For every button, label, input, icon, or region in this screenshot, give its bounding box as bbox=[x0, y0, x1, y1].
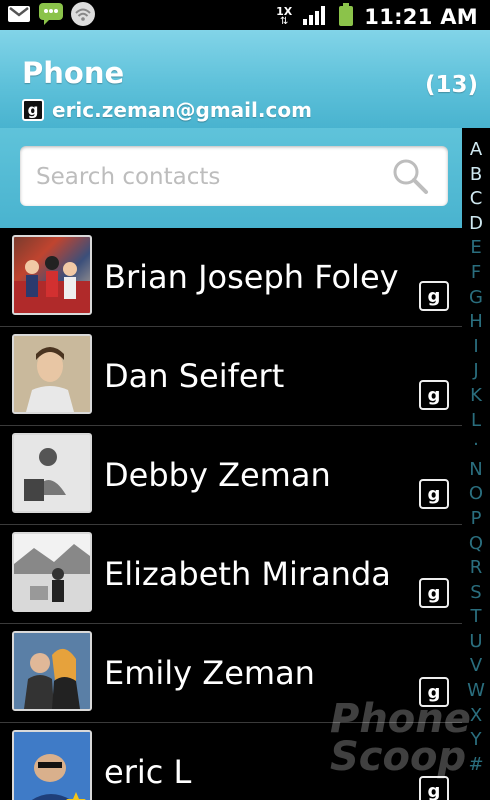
alphabet-index-letter[interactable]: # bbox=[468, 753, 483, 778]
alphabet-index-letter[interactable]: D bbox=[469, 212, 483, 237]
alphabet-index-letter[interactable]: X bbox=[470, 704, 482, 729]
battery-icon bbox=[338, 3, 354, 31]
gmail-icon bbox=[6, 2, 32, 26]
contact-name: eric L bbox=[104, 753, 192, 791]
google-account-icon: g bbox=[419, 281, 449, 311]
data-arrows-icon: ⇅ bbox=[280, 16, 289, 27]
alphabet-index-letter[interactable]: K bbox=[470, 384, 482, 409]
account-email: eric.zeman@gmail.com bbox=[52, 98, 312, 122]
contact-row[interactable]: Dan Seifert g bbox=[0, 327, 462, 426]
phone-header: Phone g eric.zeman@gmail.com (13) bbox=[0, 30, 490, 128]
alphabet-index[interactable]: A B C D E F G H I J K L · N O P Q R S T U V W X Y # bbox=[462, 138, 490, 778]
wifi-icon bbox=[70, 2, 96, 26]
alphabet-index-letter[interactable]: S bbox=[470, 581, 481, 606]
contact-row[interactable]: Brian Joseph Foley g bbox=[0, 228, 462, 327]
status-icons: 1X ⇅ 11:21 AM bbox=[276, 3, 478, 31]
contact-photo bbox=[12, 334, 92, 414]
alphabet-index-letter[interactable]: U bbox=[469, 630, 482, 655]
status-bar: 1X ⇅ 11:21 AM bbox=[0, 0, 490, 30]
alphabet-index-letter[interactable]: F bbox=[471, 261, 481, 286]
alphabet-index-letter[interactable]: P bbox=[471, 507, 482, 532]
account-row[interactable]: g eric.zeman@gmail.com bbox=[22, 98, 312, 122]
alphabet-index-letter[interactable]: L bbox=[471, 409, 481, 434]
contact-photo bbox=[12, 730, 92, 800]
google-account-icon: g bbox=[419, 380, 449, 410]
alphabet-index-letter[interactable]: · bbox=[473, 433, 479, 458]
search-band bbox=[0, 128, 462, 228]
alphabet-index-letter[interactable]: H bbox=[469, 310, 483, 335]
phonescoop-watermark: Phone Scoop bbox=[330, 696, 471, 780]
contact-photo bbox=[12, 235, 92, 315]
alphabet-index-letter[interactable]: G bbox=[469, 286, 483, 311]
contact-photo bbox=[12, 532, 92, 612]
status-time: 11:21 AM bbox=[364, 5, 478, 29]
contact-name: Brian Joseph Foley bbox=[104, 258, 399, 296]
alphabet-index-letter[interactable]: V bbox=[470, 654, 482, 679]
google-account-icon: g bbox=[22, 99, 44, 121]
search-input[interactable] bbox=[34, 156, 378, 198]
search-icon[interactable] bbox=[390, 156, 430, 196]
messaging-icon bbox=[38, 2, 64, 26]
alphabet-index-letter[interactable]: C bbox=[470, 187, 483, 212]
alphabet-index-letter[interactable]: Q bbox=[469, 532, 483, 557]
alphabet-index-letter[interactable]: B bbox=[470, 163, 482, 188]
contact-photo bbox=[12, 631, 92, 711]
signal-icon bbox=[302, 4, 328, 30]
alphabet-index-letter[interactable]: A bbox=[470, 138, 482, 163]
alphabet-index-letter[interactable]: R bbox=[470, 556, 483, 581]
contact-row[interactable]: Elizabeth Miranda g bbox=[0, 525, 462, 624]
contact-name: Elizabeth Miranda bbox=[104, 555, 391, 593]
contact-row[interactable]: Debby Zeman g bbox=[0, 426, 462, 525]
contact-photo bbox=[12, 433, 92, 513]
page-title: Phone bbox=[22, 56, 125, 90]
alphabet-index-letter[interactable]: Y bbox=[471, 728, 482, 753]
contact-name: Debby Zeman bbox=[104, 456, 331, 494]
google-account-icon: g bbox=[419, 479, 449, 509]
contact-name: Dan Seifert bbox=[104, 357, 285, 395]
notification-icons bbox=[6, 2, 96, 26]
alphabet-index-letter[interactable]: J bbox=[473, 359, 478, 384]
alphabet-index-letter[interactable]: E bbox=[470, 236, 481, 261]
contact-count: (13) bbox=[424, 72, 478, 98]
search-box[interactable] bbox=[20, 146, 448, 206]
alphabet-index-letter[interactable]: O bbox=[469, 482, 483, 507]
1x-data-icon: 1X ⇅ bbox=[276, 6, 292, 27]
contact-name: Emily Zeman bbox=[104, 654, 315, 692]
alphabet-index-letter[interactable]: N bbox=[469, 458, 482, 483]
alphabet-index-letter[interactable]: I bbox=[473, 335, 478, 360]
google-account-icon: g bbox=[419, 578, 449, 608]
alphabet-index-letter[interactable]: T bbox=[471, 605, 482, 630]
